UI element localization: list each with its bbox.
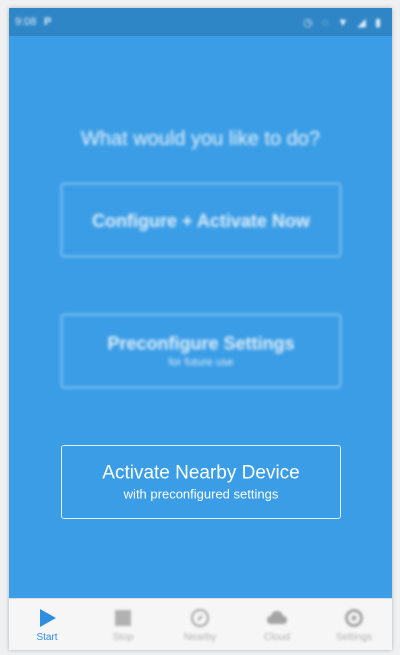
preconfigure-settings-button[interactable]: Preconfigure Settings for future use	[61, 314, 341, 388]
notification-icon: P	[44, 16, 52, 28]
nav-label: Start	[36, 632, 58, 643]
status-time: 9:08	[15, 16, 37, 28]
status-icons: ◷ ◌ ▼ ◢ ▮	[303, 16, 384, 29]
option-subtitle: for future use	[168, 356, 234, 369]
bottom-navigation: Start Stop Nearby Cloud Settings	[9, 598, 392, 650]
option-title: Configure + Activate Now	[92, 211, 310, 231]
page-title: What would you like to do?	[80, 128, 321, 150]
option-title: Preconfigure Settings	[107, 333, 295, 354]
configure-activate-now-button[interactable]: Configure + Activate Now	[61, 183, 341, 257]
nav-label: Nearby	[183, 632, 217, 643]
nav-item-settings[interactable]: Settings	[316, 599, 392, 650]
alarm-icon: ◷	[303, 17, 316, 29]
gear-icon	[316, 607, 392, 629]
circle-icon: ◌	[321, 17, 332, 29]
battery-icon: ▮	[374, 17, 384, 29]
option-subtitle: with preconfigured settings	[123, 486, 279, 502]
cloud-icon	[239, 607, 315, 629]
nav-item-start[interactable]: Start	[9, 599, 85, 650]
nav-item-cloud[interactable]: Cloud	[239, 599, 315, 650]
phone-screen: 9:08 P ◷ ◌ ▼ ◢ ▮ What would you like to …	[9, 8, 392, 650]
nav-label: Settings	[335, 632, 373, 643]
nav-item-nearby[interactable]: Nearby	[162, 599, 238, 650]
stop-icon	[85, 607, 161, 629]
screenshot-frame: 9:08 P ◷ ◌ ▼ ◢ ▮ What would you like to …	[0, 0, 400, 655]
nav-label: Cloud	[263, 632, 291, 643]
compass-icon	[162, 607, 238, 629]
option-title: Activate Nearby Device	[102, 462, 300, 484]
signal-icon: ◢	[357, 17, 369, 29]
status-bar: 9:08 P ◷ ◌ ▼ ◢ ▮	[9, 8, 392, 36]
nav-item-stop[interactable]: Stop	[85, 599, 161, 650]
play-icon	[9, 607, 85, 629]
activate-nearby-device-button[interactable]: Activate Nearby Device with preconfigure…	[61, 445, 341, 519]
wifi-icon: ▼	[337, 17, 352, 29]
nav-label: Stop	[112, 632, 134, 643]
